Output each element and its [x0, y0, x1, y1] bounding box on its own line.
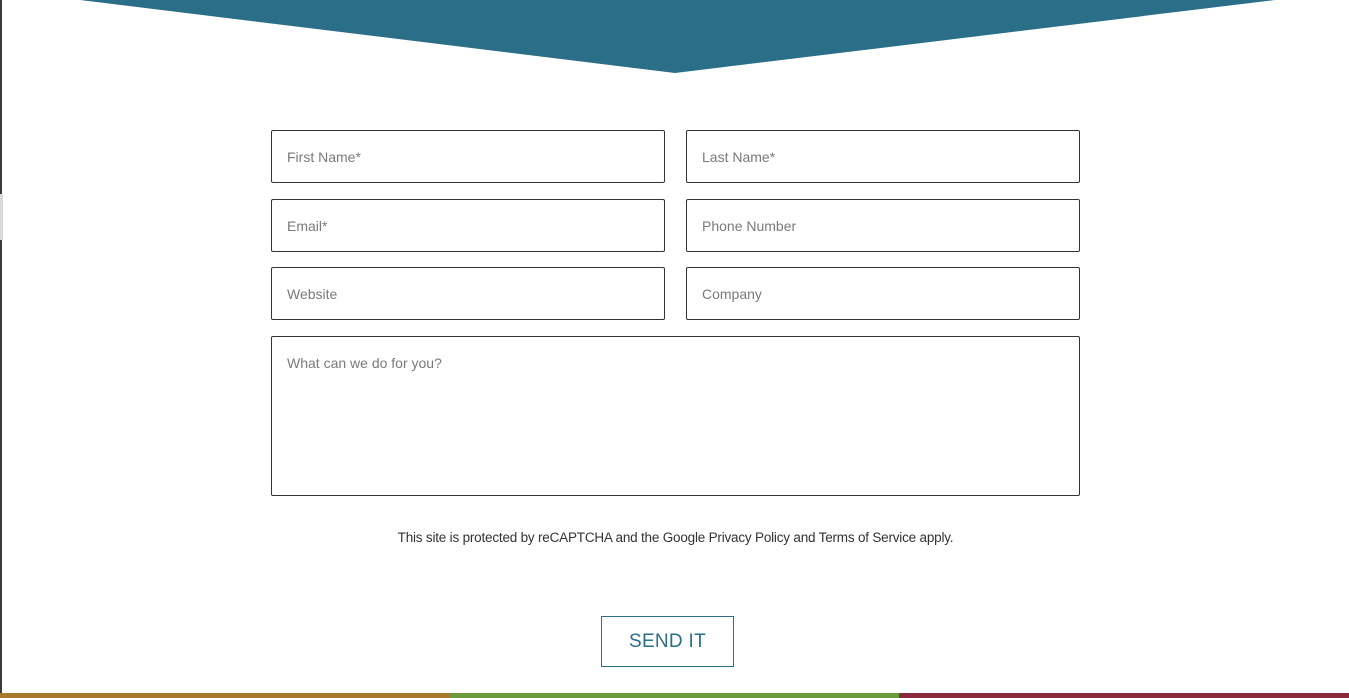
- recaptcha-suffix: apply.: [915, 530, 954, 545]
- terms-of-service-link[interactable]: Terms of Service: [819, 530, 917, 545]
- chevron-shape: [80, 0, 1275, 73]
- website-input[interactable]: [271, 267, 665, 320]
- left-border: [0, 0, 2, 698]
- message-textarea[interactable]: [271, 336, 1080, 496]
- first-name-input[interactable]: [271, 130, 665, 183]
- recaptcha-middle: and: [789, 530, 819, 545]
- strip-segment-green: [449, 693, 900, 698]
- last-name-input[interactable]: [686, 130, 1080, 183]
- left-edge-tab: [0, 194, 3, 240]
- contact-page: This site is protected by reCAPTCHA and …: [0, 0, 1349, 698]
- email-input[interactable]: [271, 199, 665, 252]
- recaptcha-prefix: This site is protected by reCAPTCHA and …: [397, 530, 709, 545]
- top-chevron-banner: [80, 0, 1275, 73]
- privacy-policy-link[interactable]: Privacy Policy: [709, 530, 790, 545]
- strip-segment-maroon: [899, 693, 1349, 698]
- bottom-color-strip: [0, 693, 1349, 698]
- strip-segment-gold: [0, 693, 450, 698]
- send-it-button[interactable]: SEND IT: [601, 616, 734, 667]
- recaptcha-notice: This site is protected by reCAPTCHA and …: [271, 530, 1080, 545]
- phone-number-input[interactable]: [686, 199, 1080, 252]
- company-input[interactable]: [686, 267, 1080, 320]
